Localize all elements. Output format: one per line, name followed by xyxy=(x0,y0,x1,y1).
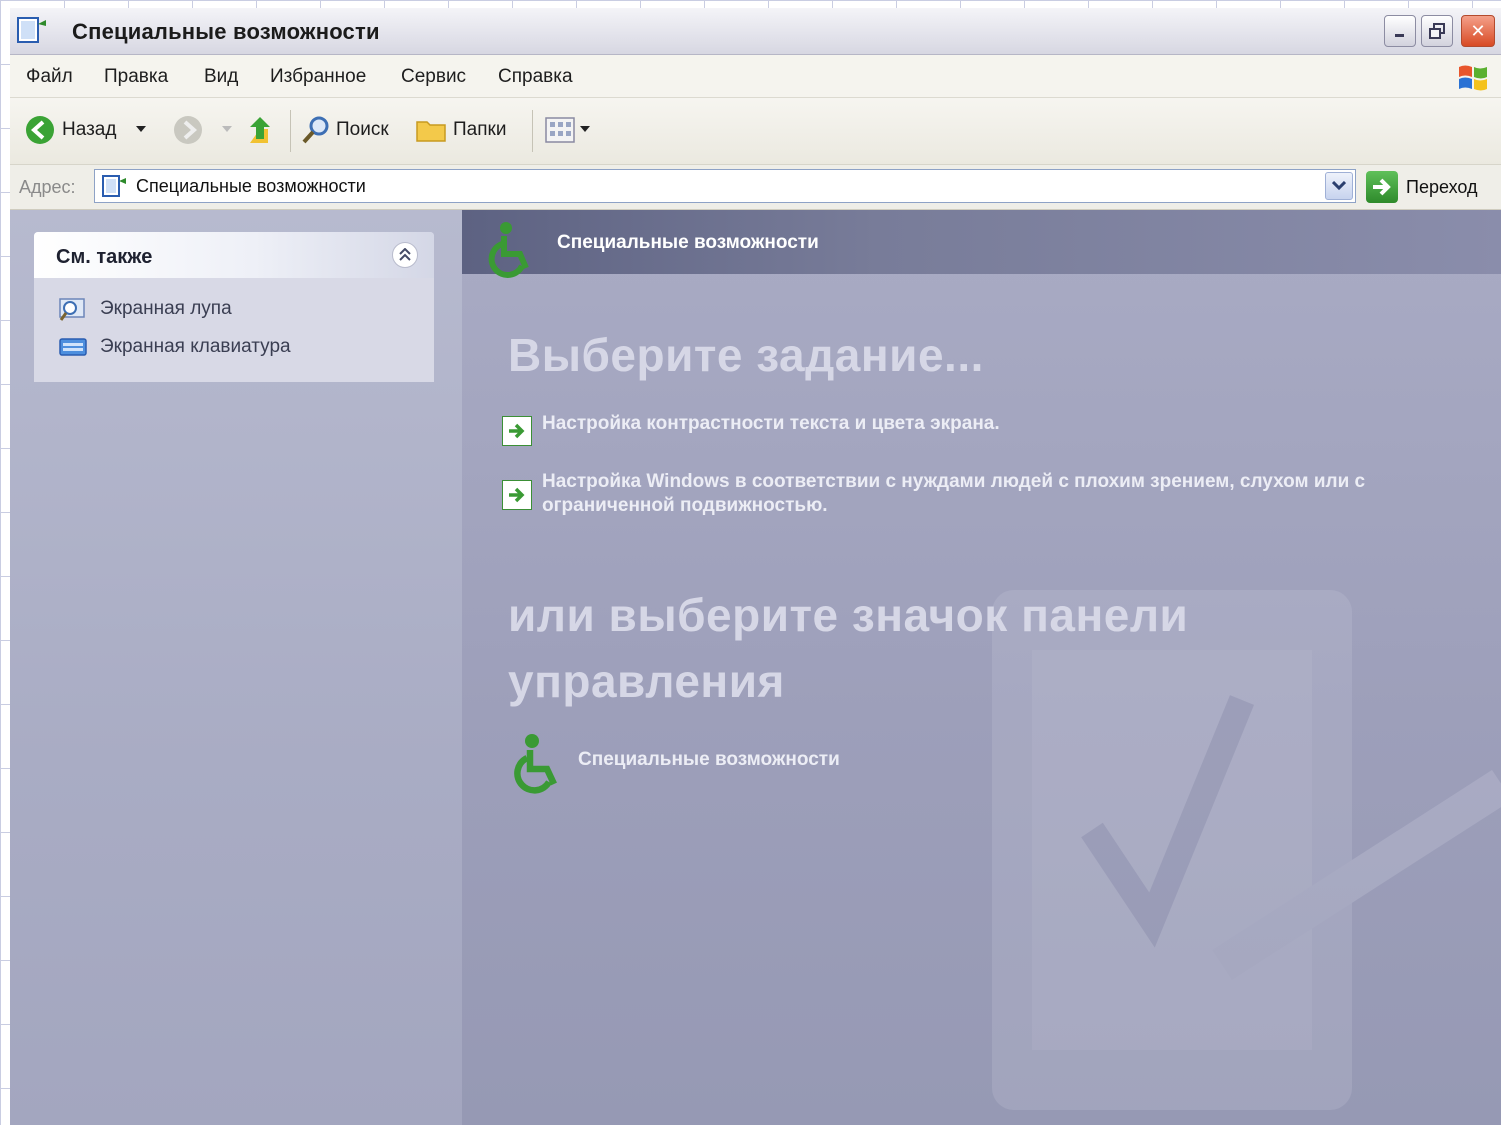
search-button[interactable]: Поиск xyxy=(300,112,389,148)
control-panel-item-label: Специальные возможности xyxy=(578,749,840,770)
back-arrow-icon xyxy=(26,116,54,144)
up-folder-button[interactable] xyxy=(246,112,276,148)
folders-button[interactable]: Папки xyxy=(415,112,506,148)
menu-favorites[interactable]: Избранное xyxy=(270,66,366,88)
search-label: Поиск xyxy=(336,119,389,140)
go-arrow-icon xyxy=(1366,171,1398,203)
content-area: См. также Экранная лупа Экранная клавиат… xyxy=(10,210,1501,1125)
pick-icon-heading: или выберите значок панели управления xyxy=(508,589,1189,707)
close-icon: ✕ xyxy=(1470,20,1486,41)
toolbar-separator xyxy=(532,110,533,152)
go-button[interactable]: Переход xyxy=(1366,170,1478,204)
minimize-icon xyxy=(1395,34,1404,37)
task-arrow-icon xyxy=(502,416,532,446)
menu-bar: Файл Правка Вид Избранное Сервис Справка xyxy=(10,55,1501,98)
see-also-panel: См. также Экранная лупа Экранная клавиат… xyxy=(34,232,434,382)
address-input[interactable]: Специальные возможности xyxy=(94,169,1356,203)
forward-dropdown-icon[interactable] xyxy=(222,126,232,134)
address-value: Специальные возможности xyxy=(136,176,366,196)
chevron-down-icon xyxy=(1332,181,1346,191)
accessibility-wheelchair-icon xyxy=(488,222,529,278)
task-link-text: Настройка контрастности текста и цвета э… xyxy=(542,413,1000,434)
views-button[interactable] xyxy=(544,112,590,148)
chevron-up-double-icon xyxy=(399,248,411,261)
views-grid-icon xyxy=(545,117,575,143)
see-also-title: См. также xyxy=(56,246,153,268)
window-title: Специальные возможности xyxy=(72,19,380,44)
close-button[interactable]: ✕ xyxy=(1461,15,1495,47)
menu-help[interactable]: Справка xyxy=(498,66,573,88)
collapse-button[interactable] xyxy=(392,242,418,268)
back-button[interactable]: Назад xyxy=(24,112,147,148)
see-also-header[interactable]: См. также xyxy=(34,232,434,278)
menu-view[interactable]: Вид xyxy=(204,66,238,88)
menu-edit[interactable]: Правка xyxy=(104,66,168,88)
see-also-label: Экранная клавиатура xyxy=(100,336,291,357)
task-link-text: Настройка Windows в соответствии с нужда… xyxy=(542,471,1366,516)
main-pane: Специальные возможности Выберите задание… xyxy=(462,210,1501,1125)
magnifier-icon xyxy=(59,298,85,321)
see-also-item-magnifier[interactable]: Экранная лупа xyxy=(58,294,232,324)
back-dropdown-icon[interactable] xyxy=(136,126,147,134)
category-title: Специальные возможности xyxy=(557,232,819,253)
views-dropdown-icon xyxy=(580,126,590,132)
folder-icon xyxy=(416,121,446,142)
see-also-label: Экранная лупа xyxy=(100,298,232,319)
task-arrow-icon xyxy=(502,480,532,510)
toolbar: Назад Поиск Папки xyxy=(10,98,1501,165)
explorer-window: Специальные возможности ✕ Файл Правка Ви… xyxy=(10,8,1501,1125)
keyboard-icon xyxy=(59,338,87,356)
minimize-button[interactable] xyxy=(1384,15,1416,47)
forward-arrow-icon xyxy=(174,116,202,144)
back-label: Назад xyxy=(62,119,117,140)
pick-task-heading: Выберите задание... xyxy=(508,329,984,381)
menu-tools[interactable]: Сервис xyxy=(401,66,466,88)
go-label: Переход xyxy=(1406,176,1478,197)
restore-button[interactable] xyxy=(1421,15,1453,47)
category-header: Специальные возможности xyxy=(462,210,1501,278)
address-dropdown-button[interactable] xyxy=(1325,172,1353,200)
accessibility-wheelchair-icon xyxy=(514,734,557,794)
address-bar: Адрес: Специальные возможности Переход xyxy=(10,165,1501,210)
search-icon xyxy=(302,116,329,144)
see-also-item-keyboard[interactable]: Экранная клавиатура xyxy=(58,332,291,362)
windows-logo-icon xyxy=(1459,65,1487,91)
accessibility-folder-icon xyxy=(102,175,126,197)
folders-label: Папки xyxy=(453,119,507,140)
task-pane: См. также Экранная лупа Экранная клавиат… xyxy=(10,210,462,1125)
toolbar-separator xyxy=(290,110,291,152)
restore-icon xyxy=(1429,23,1445,39)
forward-button[interactable] xyxy=(172,112,232,148)
accessibility-folder-icon xyxy=(17,17,46,43)
up-folder-icon xyxy=(250,117,270,143)
control-panel-item-accessibility[interactable]: Специальные возможности xyxy=(502,730,840,800)
title-bar[interactable]: Специальные возможности ✕ xyxy=(10,8,1501,55)
address-label: Адрес: xyxy=(19,177,76,197)
menu-file[interactable]: Файл xyxy=(26,66,73,88)
